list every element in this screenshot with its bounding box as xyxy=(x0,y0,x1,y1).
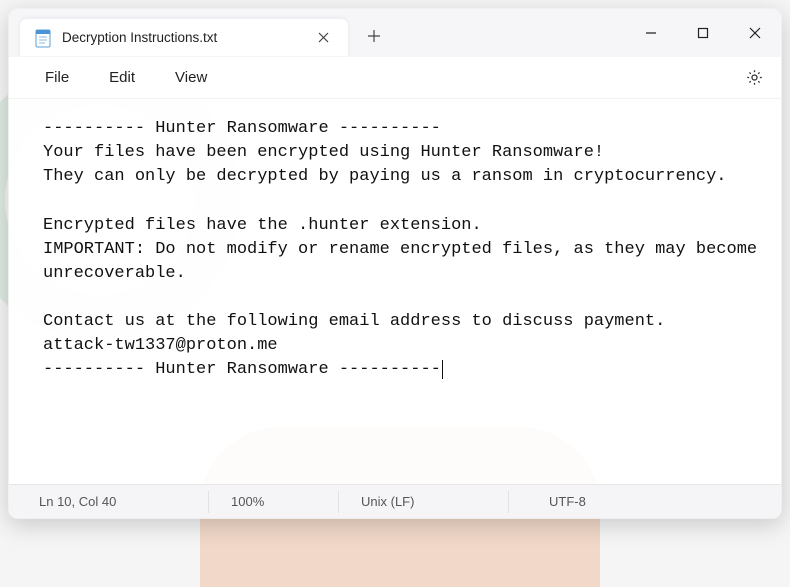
close-button[interactable] xyxy=(729,9,781,57)
text-editor-content[interactable]: ---------- Hunter Ransomware ---------- … xyxy=(9,99,781,484)
maximize-button[interactable] xyxy=(677,9,729,57)
status-encoding[interactable]: UTF-8 xyxy=(509,491,781,513)
new-tab-button[interactable] xyxy=(359,21,389,51)
notepad-icon xyxy=(34,28,52,48)
tab-active[interactable]: Decryption Instructions.txt xyxy=(19,18,349,56)
notepad-window: Decryption Instructions.txt File Edit Vi… xyxy=(8,8,782,519)
menu-view[interactable]: View xyxy=(157,63,225,92)
document-text: ---------- Hunter Ransomware ---------- … xyxy=(43,119,767,379)
menubar: File Edit View xyxy=(9,57,781,99)
titlebar[interactable]: Decryption Instructions.txt xyxy=(9,9,781,57)
minimize-button[interactable] xyxy=(625,9,677,57)
close-tab-button[interactable] xyxy=(308,23,338,53)
status-zoom[interactable]: 100% xyxy=(209,491,339,513)
statusbar: Ln 10, Col 40 100% Unix (LF) UTF-8 xyxy=(9,484,781,518)
window-controls xyxy=(625,9,781,57)
status-line-ending[interactable]: Unix (LF) xyxy=(339,491,509,513)
status-cursor-position[interactable]: Ln 10, Col 40 xyxy=(9,491,209,513)
menu-file[interactable]: File xyxy=(27,63,87,92)
tab-title: Decryption Instructions.txt xyxy=(62,30,298,45)
settings-button[interactable] xyxy=(737,61,771,95)
menu-edit[interactable]: Edit xyxy=(91,63,153,92)
text-cursor xyxy=(442,360,443,379)
